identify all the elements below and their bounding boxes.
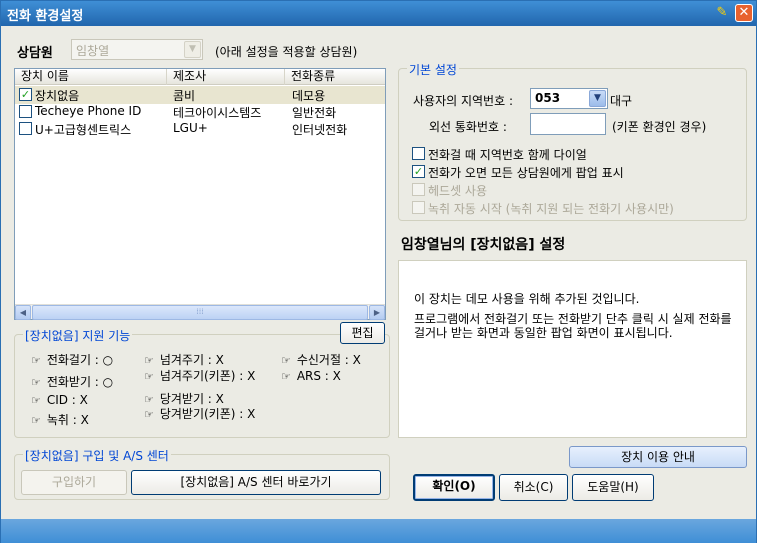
scroll-right-icon[interactable]: ▶ xyxy=(369,305,385,320)
window-title: 전화 환경설정 xyxy=(7,9,84,24)
feature-item: ☞ CID : X xyxy=(31,393,88,407)
pointing-hand-icon: ☞ xyxy=(31,354,41,367)
device-maker: 콤비 xyxy=(173,89,196,103)
device-guide-button[interactable]: 장치 이용 안내 xyxy=(569,446,747,468)
device-info-heading: 임창열님의 [장치없음] 설정 xyxy=(401,237,566,253)
feature-item: ☞ ARS : X xyxy=(281,369,341,383)
purchase-group-title: [장치없음] 구입 및 A/S 센터 xyxy=(23,447,171,464)
option-checkbox xyxy=(412,183,425,196)
pointing-hand-icon: ☞ xyxy=(144,408,154,421)
ok-button[interactable]: 확인(O) xyxy=(413,474,495,501)
device-row[interactable]: U+고급형센트릭스 LGU+ 인터넷전화 xyxy=(15,120,385,138)
scroll-left-icon[interactable]: ◀ xyxy=(15,305,31,320)
area-code-value: 053 xyxy=(535,91,561,105)
pointing-hand-icon: ☞ xyxy=(144,354,154,367)
device-row[interactable]: Techeye Phone ID 테크아이시스템즈 일반전화 xyxy=(15,103,385,121)
option-checkbox xyxy=(412,201,425,214)
option-area-dial[interactable]: 전화걸 때 지역번호 함께 다이얼 xyxy=(412,146,732,162)
agent-note: (아래 설정을 적용할 상담원) xyxy=(215,45,358,59)
option-checkbox[interactable]: ✓ xyxy=(412,165,425,178)
device-checkbox[interactable]: ✓ xyxy=(19,88,32,101)
option-auto-record: 녹취 자동 시작 (녹취 지원 되는 전화기 사용시만) xyxy=(412,200,742,216)
option-popup-all[interactable]: ✓ 전화가 오면 모든 상담원에게 팝업 표시 xyxy=(412,164,732,180)
area-code-select[interactable]: 053 ▼ xyxy=(530,88,608,109)
agent-select[interactable]: 임창열 ▼ xyxy=(71,39,203,60)
feature-item: ☞ 전화받기 : ○ xyxy=(31,375,114,389)
pointing-hand-icon: ☞ xyxy=(31,414,41,427)
close-button[interactable]: ✕ xyxy=(735,4,753,22)
agent-label: 상담원 xyxy=(17,46,53,61)
option-headset: 헤드셋 사용 xyxy=(412,182,732,198)
edit-button[interactable]: 편집 xyxy=(340,322,385,344)
column-header-maker[interactable]: 제조사 xyxy=(167,69,285,85)
chevron-down-icon: ▼ xyxy=(184,41,201,58)
device-list[interactable]: 장치 이름 제조사 전화종류 ✓ 장치없음 콤비 데모용 Techeye Pho… xyxy=(14,68,386,320)
feature-item: ☞ 넘겨주기 : X xyxy=(144,353,224,367)
outline-number-note: (키폰 환경인 경우) xyxy=(612,120,707,134)
title-bar: 전화 환경설정 ✎ ✕ xyxy=(1,1,756,26)
feature-item: ☞ 넘겨주기(키폰) : X xyxy=(144,369,256,383)
pointing-hand-icon: ☞ xyxy=(31,394,41,407)
device-type: 데모용 xyxy=(292,89,326,103)
pointing-hand-icon: ☞ xyxy=(281,370,291,383)
device-type: 일반전화 xyxy=(292,106,337,120)
as-center-button[interactable]: [장치없음] A/S 센터 바로가기 xyxy=(131,470,381,495)
buy-button[interactable]: 구입하기 xyxy=(21,470,127,495)
column-header-name[interactable]: 장치 이름 xyxy=(15,69,167,85)
pointing-hand-icon: ☞ xyxy=(281,354,291,367)
bottom-bar xyxy=(1,519,756,543)
help-button[interactable]: 도움말(H) xyxy=(572,474,654,501)
device-list-header: 장치 이름 제조사 전화종류 xyxy=(15,69,385,85)
settings-window: 전화 환경설정 ✎ ✕ 상담원 임창열 ▼ (아래 설정을 적용할 상담원) 장… xyxy=(0,0,757,543)
column-header-type[interactable]: 전화종류 xyxy=(285,69,385,85)
outline-number-input[interactable] xyxy=(530,113,606,135)
device-name: 장치없음 xyxy=(35,89,80,103)
basic-settings-title: 기본 설정 xyxy=(407,61,459,78)
features-group-title: [장치없음] 지원 기능 xyxy=(23,327,133,344)
device-maker: 테크아이시스템즈 xyxy=(173,106,262,120)
area-code-label: 사용자의 지역번호 : xyxy=(413,94,513,108)
feature-item: ☞ 전화걸기 : ○ xyxy=(31,353,114,367)
device-name: Techeye Phone ID xyxy=(35,104,142,118)
pointing-hand-icon: ☞ xyxy=(31,376,41,389)
device-maker: LGU+ xyxy=(173,121,208,135)
option-label: 녹취 자동 시작 (녹취 지원 되는 전화기 사용시만) xyxy=(428,202,674,216)
scroll-thumb[interactable]: ⁞⁞⁞ xyxy=(32,305,368,320)
area-city: 대구 xyxy=(610,94,633,108)
feature-item: ☞ 수신거절 : X xyxy=(281,353,361,367)
option-label: 헤드셋 사용 xyxy=(428,184,488,198)
pointing-hand-icon: ☞ xyxy=(144,370,154,383)
outline-number-label: 외선 통화번호 : xyxy=(429,120,507,134)
device-type: 인터넷전화 xyxy=(292,123,348,137)
device-checkbox[interactable] xyxy=(19,105,32,118)
device-info-line2: 프로그램에서 전화걸기 또는 전화받기 단추 클릭 시 실제 전화를 걸거나 받… xyxy=(414,312,732,340)
option-label: 전화가 오면 모든 상담원에게 팝업 표시 xyxy=(428,166,624,180)
option-label: 전화걸 때 지역번호 함께 다이얼 xyxy=(428,148,587,162)
agent-select-value: 임창열 xyxy=(76,44,110,58)
feature-item: ☞ 녹취 : X xyxy=(31,413,89,427)
cancel-button[interactable]: 취소(C) xyxy=(499,474,568,501)
feature-item: ☞ 당겨받기(키폰) : X xyxy=(144,407,256,421)
chevron-down-icon: ▼ xyxy=(589,90,606,107)
horizontal-scrollbar[interactable]: ◀ ⁞⁞⁞ ▶ xyxy=(15,304,385,320)
device-checkbox[interactable] xyxy=(19,122,32,135)
device-row[interactable]: ✓ 장치없음 콤비 데모용 xyxy=(15,86,385,104)
device-name: U+고급형센트릭스 xyxy=(35,123,132,137)
device-info-box: 이 장치는 데모 사용을 위해 추가된 것입니다. 프로그램에서 전화걸기 또는… xyxy=(398,260,747,438)
option-checkbox[interactable] xyxy=(412,147,425,160)
pencil-icon[interactable]: ✎ xyxy=(713,4,731,22)
device-info-line1: 이 장치는 데모 사용을 위해 추가된 것입니다. xyxy=(414,292,640,306)
